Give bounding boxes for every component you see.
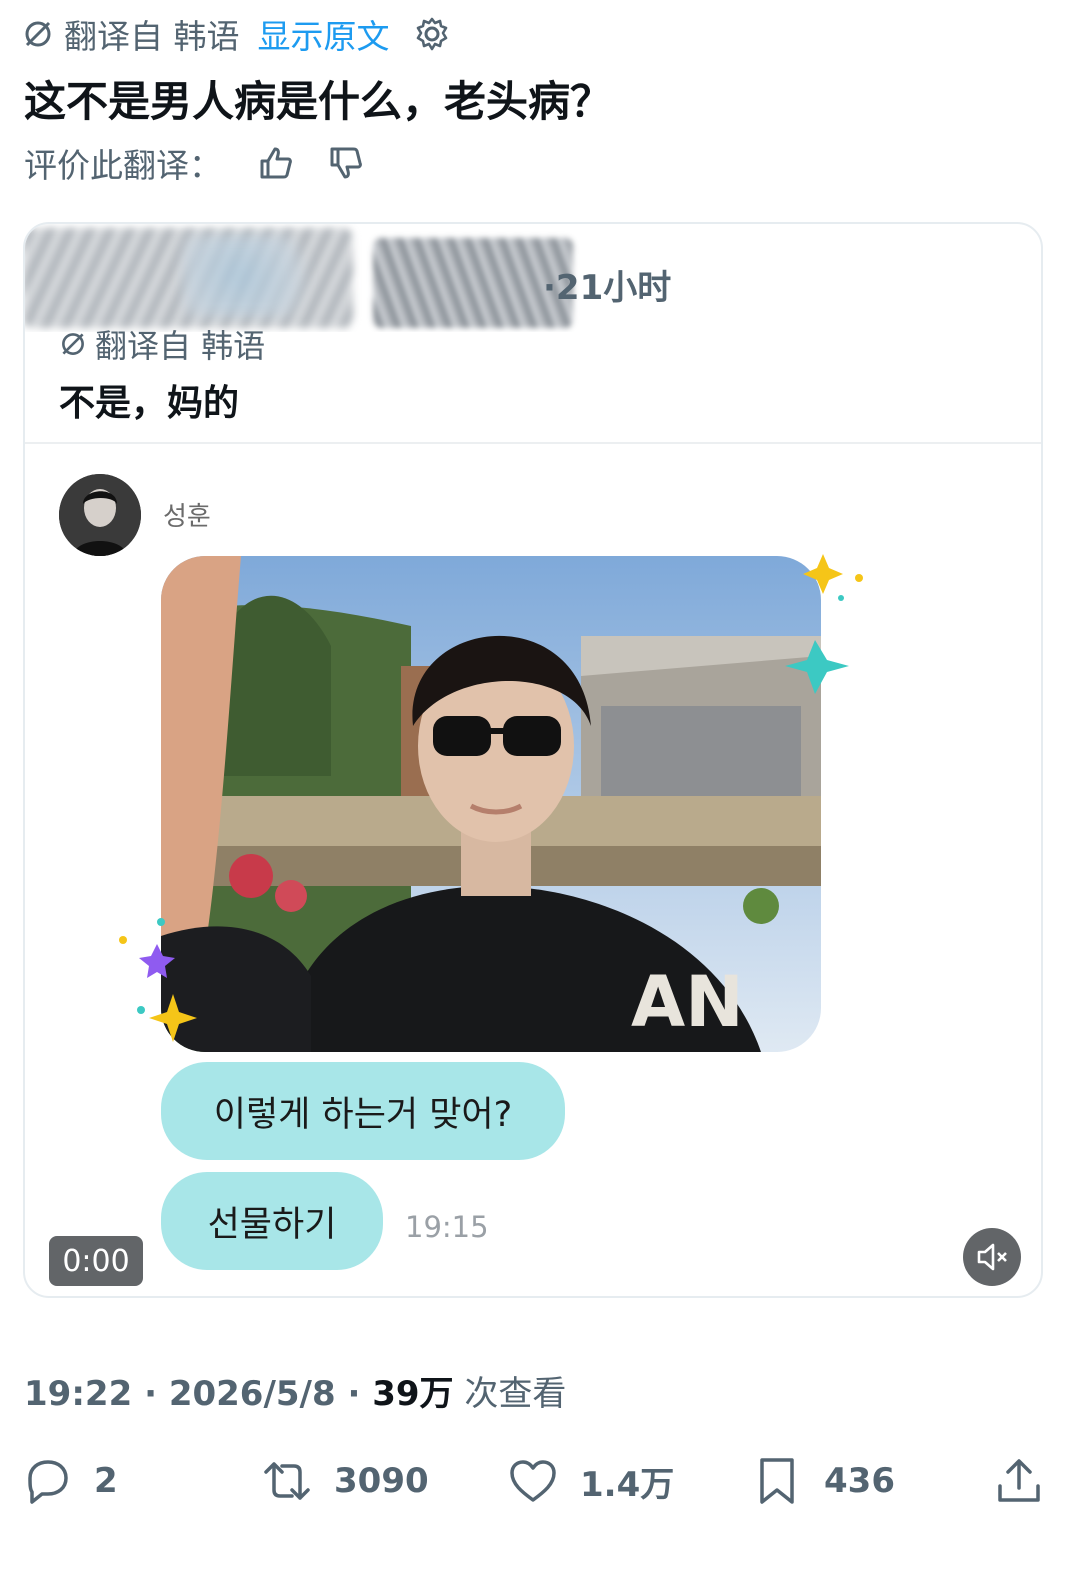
sender-name: 성훈 xyxy=(163,502,211,532)
quote-timestamp: ·21小时 xyxy=(543,268,672,308)
sparkle-icon xyxy=(119,918,197,1042)
translation-row: 翻译自 韩语 显示原文 xyxy=(22,12,450,56)
like-count: 1.4万 xyxy=(580,1464,675,1505)
video-timestamp: 0:00 xyxy=(49,1236,143,1286)
thumbs-up-icon[interactable] xyxy=(256,143,296,183)
bookmark-icon xyxy=(760,1458,794,1504)
divider xyxy=(25,442,1041,444)
message-time: 19:15 xyxy=(405,1210,489,1244)
gear-icon[interactable] xyxy=(414,16,450,52)
chat-bubble: 이렇게 하는거 맞어? xyxy=(161,1062,565,1160)
mute-icon xyxy=(977,1243,1007,1271)
reply-button[interactable]: 2 xyxy=(22,1446,118,1516)
translate-slash-icon xyxy=(62,333,84,355)
share-button[interactable] xyxy=(994,1446,1044,1516)
reply-icon xyxy=(28,1460,68,1504)
views-count: 39万 xyxy=(372,1374,454,1414)
blurred-author-info xyxy=(25,224,603,332)
quoted-post-card[interactable]: ·21小时 翻译自 韩语 不是，妈的 성훈 AN 이렇게 하는거 맞어? 선물하… xyxy=(23,222,1043,1298)
action-bar: 2 3090 1.4万 436 xyxy=(0,1446,1080,1516)
rate-label: 评价此翻译： xyxy=(24,146,222,185)
chat-bubble: 선물하기 xyxy=(161,1172,383,1270)
reply-count: 2 xyxy=(94,1461,118,1501)
retweet-count: 3090 xyxy=(334,1461,429,1501)
show-original-link[interactable]: 显示原文 xyxy=(258,10,390,58)
post-date: 2026/5/8 xyxy=(168,1374,336,1414)
post-time: 19:22 xyxy=(24,1374,133,1414)
retweet-icon xyxy=(264,1462,310,1500)
selfie-photo: AN xyxy=(161,556,821,1052)
quote-text: 不是，妈的 xyxy=(59,383,240,424)
svg-text:AN: AN xyxy=(631,961,744,1043)
avatar xyxy=(59,474,141,556)
thumbs-down-icon[interactable] xyxy=(326,143,366,183)
quote-translation-row: 翻译自 韩语 xyxy=(59,324,266,365)
translation-label: 翻译自 韩语 xyxy=(64,17,240,56)
tweet-text: 这不是男人病是什么，老头病？ xyxy=(24,77,613,126)
post-meta: 19:22 · 2026/5/8 · 39万 次查看 xyxy=(24,1374,567,1414)
like-button[interactable]: 1.4万 xyxy=(508,1446,674,1516)
mute-button[interactable] xyxy=(963,1228,1021,1286)
share-icon xyxy=(998,1459,1040,1502)
rate-translation-row: 评价此翻译： xyxy=(24,140,366,186)
like-icon xyxy=(510,1460,556,1502)
bookmark-count: 436 xyxy=(824,1461,895,1501)
retweet-button[interactable]: 3090 xyxy=(262,1446,429,1516)
translate-slash-icon xyxy=(25,21,51,47)
quote-translation-label: 翻译自 韩语 xyxy=(95,327,266,365)
views-label: 次查看 xyxy=(464,1374,567,1414)
bookmark-button[interactable]: 436 xyxy=(752,1446,895,1516)
sparkle-icon xyxy=(785,554,863,694)
